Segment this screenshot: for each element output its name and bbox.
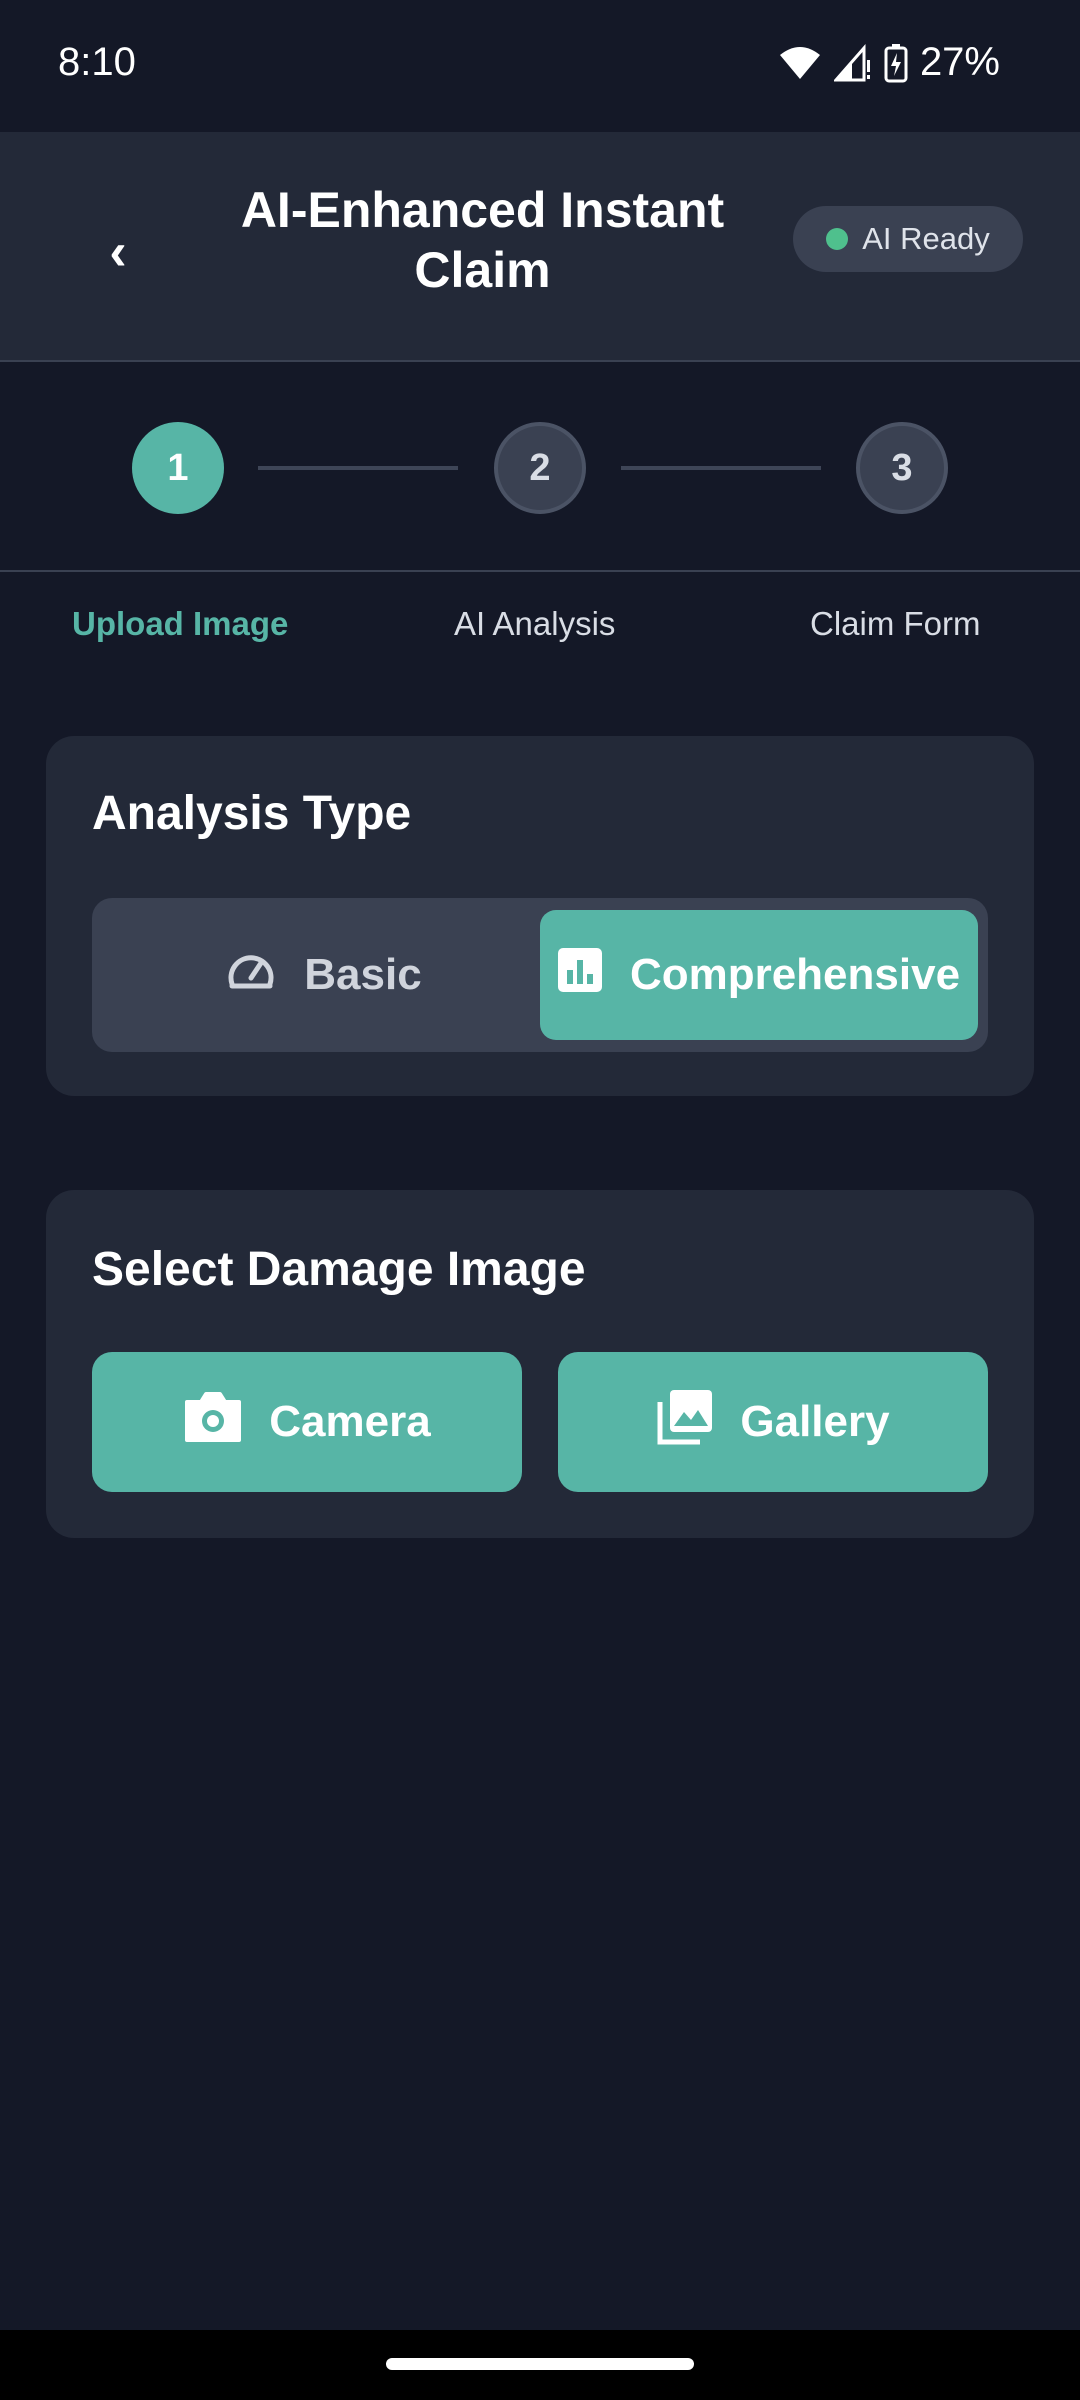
status-bar: 8:10 27% bbox=[0, 0, 1080, 132]
step-connector bbox=[258, 466, 458, 470]
cell-signal-icon bbox=[833, 43, 872, 82]
basic-option-label: Basic bbox=[304, 950, 422, 999]
damage-image-title: Select Damage Image bbox=[92, 1243, 586, 1296]
gallery-icon bbox=[656, 1388, 714, 1457]
battery-icon bbox=[884, 43, 908, 83]
gallery-button[interactable]: Gallery bbox=[558, 1352, 988, 1492]
step-3-indicator: 3 bbox=[856, 422, 948, 514]
basic-option-button[interactable]: Basic bbox=[104, 910, 544, 1040]
gallery-label: Gallery bbox=[740, 1397, 890, 1446]
comprehensive-option-label: Comprehensive bbox=[629, 950, 961, 999]
step-connector bbox=[621, 466, 821, 470]
app-header: ‹ AI-Enhanced Instant Claim AI Ready bbox=[0, 132, 1080, 362]
status-dot-icon bbox=[826, 228, 849, 250]
battery-percent: 27% bbox=[919, 40, 1000, 84]
analysis-type-title: Analysis Type bbox=[92, 787, 412, 840]
back-button[interactable]: ‹ bbox=[88, 212, 148, 292]
back-chevron-icon: ‹ bbox=[109, 223, 127, 281]
status-time: 8:10 bbox=[58, 40, 136, 84]
step-label-upload-image: Upload Image bbox=[72, 605, 289, 642]
step-1-indicator: 1 bbox=[132, 422, 224, 514]
ai-status-badge: AI Ready bbox=[793, 206, 1023, 272]
page-title: AI-Enhanced Instant Claim bbox=[240, 182, 725, 298]
camera-label: Camera bbox=[269, 1397, 431, 1446]
camera-icon bbox=[183, 1390, 243, 1455]
ai-status-label: AI Ready bbox=[862, 221, 990, 256]
step-label-claim-form: Claim Form bbox=[810, 605, 981, 642]
system-nav-bar bbox=[0, 2330, 1080, 2400]
bar-chart-icon bbox=[557, 947, 602, 1003]
camera-button[interactable]: Camera bbox=[92, 1352, 522, 1492]
step-label-ai-analysis: AI Analysis bbox=[454, 605, 616, 642]
analysis-type-card: Analysis Type Basic Comprehensive bbox=[46, 736, 1034, 1096]
wifi-icon bbox=[778, 45, 822, 81]
speedometer-icon bbox=[226, 948, 276, 1003]
home-gesture-handle[interactable] bbox=[386, 2358, 694, 2370]
step-labels: Upload Image AI Analysis Claim Form bbox=[0, 605, 1080, 665]
damage-image-card: Select Damage Image Camera Gallery bbox=[46, 1190, 1034, 1538]
progress-stepper: 1 2 3 bbox=[0, 362, 1080, 572]
comprehensive-option-button[interactable]: Comprehensive bbox=[540, 910, 978, 1040]
status-icons: 27% bbox=[778, 40, 1000, 85]
step-2-indicator: 2 bbox=[494, 422, 586, 514]
analysis-type-toggle: Basic Comprehensive bbox=[92, 898, 988, 1052]
